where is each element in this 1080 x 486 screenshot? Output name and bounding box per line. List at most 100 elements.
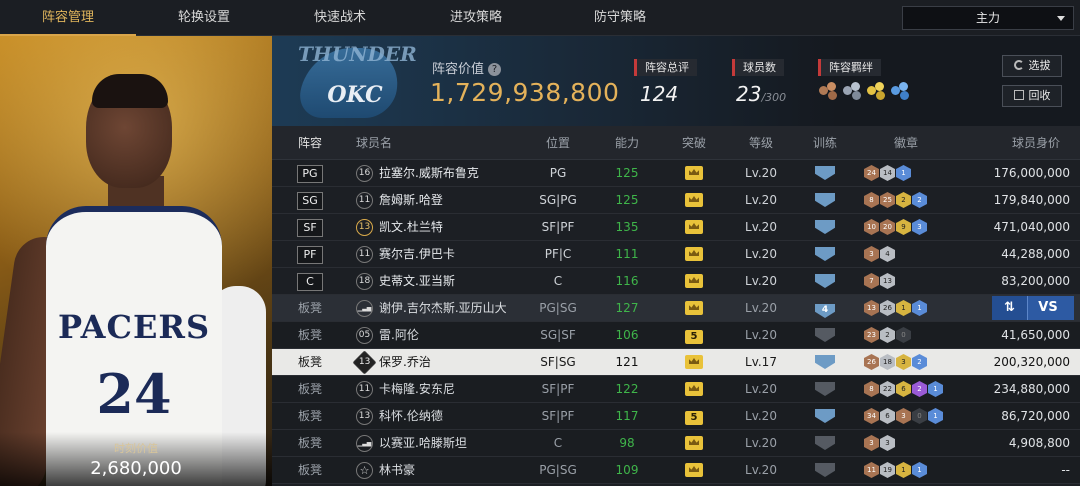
bond-silver-icon[interactable] (842, 82, 862, 100)
player-name-cell[interactable]: ☆ 林书豪 (356, 457, 522, 483)
help-icon[interactable]: ? (488, 63, 502, 76)
table-row[interactable]: 板凳 13 保罗.乔治 SF|SG 121 Lv.17 26 18 3 2 200,320,000 (272, 349, 1080, 376)
training-cell[interactable] (794, 160, 856, 186)
select-button[interactable]: 选拔 (1002, 55, 1062, 77)
table-row[interactable]: SF 13 凯文.杜兰特 SF|PF 135 Lv.20 10 20 9 3 471,040,000 (272, 214, 1080, 241)
training-cell[interactable] (794, 457, 856, 483)
header-position[interactable]: 位置 (522, 126, 594, 160)
player-name-cell[interactable]: ▁▃▅ 谢伊.吉尔杰斯.亚历山大 (356, 295, 522, 321)
training-cell[interactable] (794, 268, 856, 294)
player-name-cell[interactable]: 13 保罗.乔治 (352, 349, 522, 375)
header-name[interactable]: 球员名 (356, 126, 416, 160)
player-name-cell[interactable]: 18 史蒂文.亚当斯 (356, 268, 522, 294)
player-name-cell[interactable]: 13 凯文.杜兰特 (356, 214, 522, 240)
breakthrough-cell[interactable] (660, 295, 728, 321)
table-row[interactable]: 板凳 11 卡梅隆.安东尼 SF|PF 122 Lv.20 8 22 6 2 1 234,880,00… (272, 376, 1080, 403)
breakthrough-cell[interactable]: 5 (660, 322, 728, 348)
breakthrough-cell[interactable] (660, 160, 728, 186)
training-cell[interactable] (794, 403, 856, 429)
badges-cell[interactable]: 23 2 0 (856, 322, 958, 348)
training-cell[interactable] (794, 322, 856, 348)
tab-offense-strategy[interactable]: 进攻策略 (408, 0, 544, 36)
player-name-cell[interactable]: 16 拉塞尔.威斯布鲁克 (356, 160, 522, 186)
header-breakthrough[interactable]: 突破 (660, 126, 728, 160)
header-badges[interactable]: 徽章 (856, 126, 956, 160)
badges-cell[interactable]: 34 6 3 0 1 (856, 403, 958, 429)
breakthrough-cell[interactable] (660, 430, 728, 456)
breakthrough-cell[interactable] (660, 349, 728, 375)
player-name-cell[interactable]: 11 卡梅隆.安东尼 (356, 376, 522, 402)
lineup-slot[interactable]: SF (272, 214, 348, 240)
breakthrough-cell[interactable]: 5 (660, 403, 728, 429)
swap-icon[interactable]: ⇅ (992, 296, 1028, 320)
lineup-slot[interactable]: PG (272, 160, 348, 186)
table-row[interactable]: 板凳 13 科怀.伦纳德 SF|PF 117 5 Lv.20 34 6 3 0 1 86,720,000 (272, 403, 1080, 430)
badges-cell[interactable]: 13 26 1 1 (856, 295, 958, 321)
header-level[interactable]: 等级 (728, 126, 794, 160)
bond-icons[interactable] (818, 82, 910, 100)
lineup-slot[interactable]: 板凳 (272, 457, 348, 483)
tab-defense-strategy[interactable]: 防守策略 (552, 0, 688, 36)
lineup-slot[interactable]: 板凳 (272, 349, 348, 375)
breakthrough-cell[interactable] (660, 214, 728, 240)
table-row[interactable]: 板凳 05 雷.阿伦 SG|SF 106 5 Lv.20 23 2 0 41,650,000 (272, 322, 1080, 349)
header-lineup[interactable]: 阵容 (272, 126, 348, 160)
training-cell[interactable] (794, 349, 856, 375)
lineup-slot[interactable]: 板凳 (272, 376, 348, 402)
badges-cell[interactable]: 10 20 9 3 (856, 214, 958, 240)
lineup-slot[interactable]: 板凳 (272, 430, 348, 456)
lineup-slot[interactable]: 板凳 (272, 295, 348, 321)
swap-vs-button[interactable]: ⇅ VS (992, 296, 1074, 320)
badges-cell[interactable]: 34 (856, 241, 958, 267)
player-name-cell[interactable]: 11 赛尔吉.伊巴卡 (356, 241, 522, 267)
player-name: 赛尔吉.伊巴卡 (379, 247, 455, 261)
lineup-slot[interactable]: 板凳 (272, 403, 348, 429)
training-cell[interactable] (794, 430, 856, 456)
player-name-cell[interactable]: ▁▃▅ 以赛亚.哈滕斯坦 (356, 430, 522, 456)
lineup-select[interactable]: 主力 (902, 6, 1074, 30)
table-row[interactable]: PF 11 赛尔吉.伊巴卡 PF|C 111 Lv.20 3 4 44,288,000 (272, 241, 1080, 268)
lineup-slot[interactable]: 板凳 (272, 322, 348, 348)
player-name-cell[interactable]: 05 雷.阿伦 (356, 322, 522, 348)
badges-cell[interactable]: 7 13 (856, 268, 958, 294)
header-value[interactable]: 球员身价 (958, 126, 1070, 160)
player-name-cell[interactable]: 13 科怀.伦纳德 (356, 403, 522, 429)
bond-blue-icon[interactable] (890, 82, 910, 100)
recycle-button[interactable]: 回收 (1002, 85, 1062, 107)
breakthrough-cell[interactable] (660, 457, 728, 483)
badges-cell[interactable]: 8 25 2 2 (856, 187, 958, 213)
badges-cell[interactable]: 8 22 6 2 1 (856, 376, 958, 402)
table-row[interactable]: 板凳 ☆ 林书豪 PG|SG 109 Lv.20 11 19 1 1 -- (272, 457, 1080, 484)
training-cell[interactable] (794, 214, 856, 240)
lineup-slot[interactable]: C (272, 268, 348, 294)
breakthrough-cell[interactable] (660, 268, 728, 294)
lineup-slot[interactable]: SG (272, 187, 348, 213)
table-row[interactable]: C 18 史蒂文.亚当斯 C 116 Lv.20 7 13 83,200,000 (272, 268, 1080, 295)
tab-lineup-management[interactable]: 阵容管理 (0, 0, 136, 36)
player-name-cell[interactable]: 11 詹姆斯.哈登 (356, 187, 522, 213)
breakthrough-cell[interactable] (660, 241, 728, 267)
table-row[interactable]: SG 11 詹姆斯.哈登 SG|PG 125 Lv.20 8 25 2 2 179,840,000 (272, 187, 1080, 214)
bond-bronze-icon[interactable] (818, 82, 838, 100)
breakthrough-cell[interactable] (660, 187, 728, 213)
header-ability[interactable]: 能力 (594, 126, 660, 160)
jersey-number-badge: 18 (356, 273, 373, 290)
training-cell[interactable]: 4 (794, 295, 856, 321)
training-cell[interactable] (794, 241, 856, 267)
training-cell[interactable] (794, 187, 856, 213)
tab-quick-tactics[interactable]: 快速战术 (272, 0, 408, 36)
badges-cell[interactable]: 26 18 3 2 (856, 349, 958, 375)
badges-cell[interactable]: 33 (856, 430, 958, 456)
breakthrough-cell[interactable] (660, 376, 728, 402)
header-training[interactable]: 训练 (794, 126, 856, 160)
lineup-slot[interactable]: PF (272, 241, 348, 267)
bond-gold-icon[interactable] (866, 82, 886, 100)
table-row[interactable]: PG 16 拉塞尔.威斯布鲁克 PG 125 Lv.20 24 14 1 176,000,000 (272, 160, 1080, 187)
badges-cell[interactable]: 24 14 1 (856, 160, 958, 186)
crown-icon (685, 463, 703, 477)
table-row[interactable]: 板凳 ▁▃▅ 谢伊.吉尔杰斯.亚历山大 PG|SG 127 Lv.20 4 13 26 1 1 ⇅ VS (272, 295, 1080, 322)
badges-cell[interactable]: 11 19 1 1 (856, 457, 958, 483)
training-cell[interactable] (794, 376, 856, 402)
table-row[interactable]: 板凳 ▁▃▅ 以赛亚.哈滕斯坦 C 98 Lv.20 3 3 4,908,800 (272, 430, 1080, 457)
tab-rotation-settings[interactable]: 轮换设置 (136, 0, 272, 36)
